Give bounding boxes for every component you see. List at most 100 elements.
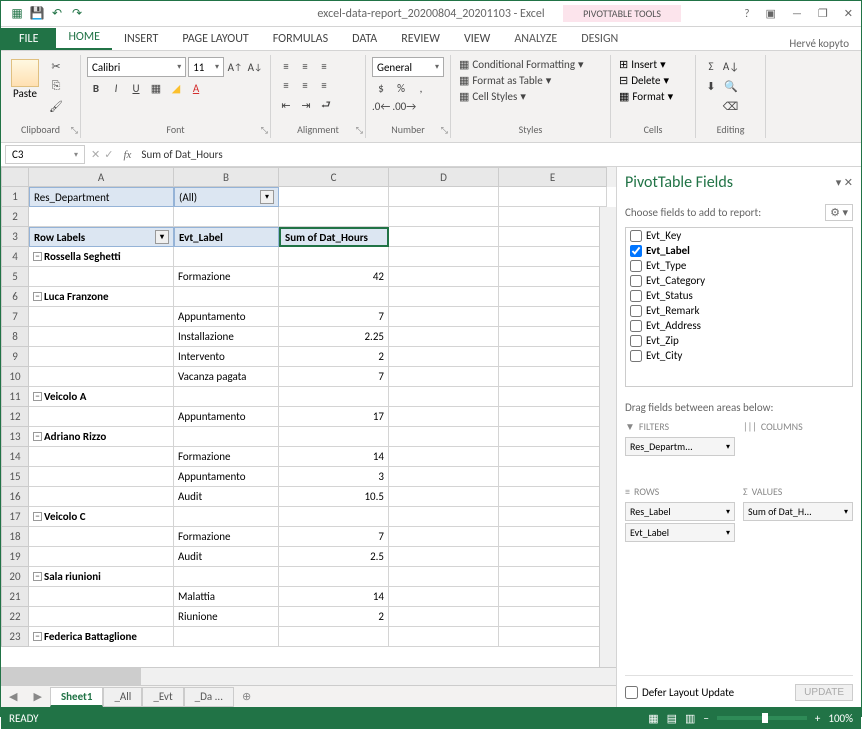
row-header[interactable]: 2 xyxy=(1,207,29,227)
align-top-icon[interactable]: ≡ xyxy=(277,57,295,75)
align-middle-icon[interactable]: ≡ xyxy=(296,57,314,75)
cell[interactable]: −Veicolo C xyxy=(29,507,174,527)
copy-icon[interactable]: ⎘ xyxy=(47,77,65,95)
cell[interactable] xyxy=(499,347,607,367)
tab-home[interactable]: HOME xyxy=(56,26,112,50)
close-icon[interactable]: ✕ xyxy=(840,5,857,22)
sheet-tab[interactable]: _Evt xyxy=(142,687,183,707)
zoom-out-icon[interactable]: − xyxy=(703,712,708,725)
row-header[interactable]: 8 xyxy=(1,327,29,347)
cell[interactable] xyxy=(174,287,279,307)
row-header[interactable]: 9 xyxy=(1,347,29,367)
delete-cells-button[interactable]: ⊟ Delete ▾ xyxy=(617,73,689,88)
view-normal-icon[interactable]: ▦ xyxy=(648,712,658,725)
enter-formula-icon[interactable]: ✓ xyxy=(104,148,113,161)
cell[interactable]: Sum of Dat_Hours xyxy=(279,227,389,247)
field-checkbox[interactable] xyxy=(630,350,642,362)
cell[interactable] xyxy=(499,267,607,287)
cell[interactable]: 7 xyxy=(279,527,389,547)
field-checkbox[interactable] xyxy=(630,335,642,347)
row-header[interactable]: 5 xyxy=(1,267,29,287)
cell[interactable] xyxy=(499,627,607,647)
cell[interactable] xyxy=(499,467,607,487)
font-launcher[interactable]: ⤡ xyxy=(261,125,268,136)
cell[interactable] xyxy=(499,587,607,607)
cell[interactable] xyxy=(499,487,607,507)
cell[interactable] xyxy=(389,307,499,327)
field-checkbox[interactable] xyxy=(630,230,642,242)
tab-data[interactable]: DATA xyxy=(340,28,389,50)
grow-font-icon[interactable]: A↑ xyxy=(226,58,244,76)
pivot-field-item[interactable]: Evt_Key xyxy=(626,228,852,243)
col-header-C[interactable]: C xyxy=(279,167,389,187)
cell[interactable] xyxy=(29,207,174,227)
undo-icon[interactable]: ↶ xyxy=(49,6,65,22)
cell[interactable]: Vacanza pagata xyxy=(174,367,279,387)
filter-dropdown-icon[interactable]: ▾ xyxy=(155,230,169,244)
select-all-button[interactable] xyxy=(1,167,29,187)
cell[interactable]: 2 xyxy=(279,607,389,627)
cell[interactable] xyxy=(389,607,499,627)
cell[interactable] xyxy=(389,427,499,447)
cell[interactable] xyxy=(499,207,607,227)
decrease-decimal-icon[interactable]: .00→ xyxy=(392,97,416,115)
defer-checkbox[interactable] xyxy=(625,686,638,699)
cell[interactable] xyxy=(174,427,279,447)
pivot-field-item[interactable]: Evt_Address xyxy=(626,318,852,333)
col-header-E[interactable]: E xyxy=(499,167,607,187)
cell[interactable] xyxy=(389,287,499,307)
formula-input[interactable]: Sum of Dat_Hours xyxy=(135,146,861,163)
row-header[interactable]: 18 xyxy=(1,527,29,547)
sheet-nav-prev[interactable]: ◀ xyxy=(1,690,25,703)
format-cells-button[interactable]: ▦ Format ▾ xyxy=(617,89,689,104)
cell[interactable] xyxy=(29,367,174,387)
align-bottom-icon[interactable]: ≡ xyxy=(315,57,333,75)
collapse-icon[interactable]: − xyxy=(33,572,42,581)
row-header[interactable]: 15 xyxy=(1,467,29,487)
comma-icon[interactable]: , xyxy=(412,79,430,97)
cell[interactable] xyxy=(174,627,279,647)
cell[interactable]: Audit xyxy=(174,547,279,567)
font-name-combo[interactable]: Calibri▾ xyxy=(87,57,186,77)
values-area[interactable]: ΣVALUES Sum of Dat_H...▾ xyxy=(743,485,853,544)
pivot-field-item[interactable]: Evt_Zip xyxy=(626,333,852,348)
cell[interactable] xyxy=(29,607,174,627)
area-item[interactable]: Sum of Dat_H...▾ xyxy=(743,502,853,521)
cell[interactable] xyxy=(174,507,279,527)
cell[interactable]: 17 xyxy=(279,407,389,427)
cell[interactable]: 2 xyxy=(279,347,389,367)
cell[interactable]: (All)▾ xyxy=(174,187,279,207)
sheet-tab[interactable]: _All xyxy=(103,687,142,707)
tab-page-layout[interactable]: PAGE LAYOUT xyxy=(170,28,260,50)
sheet-tab[interactable]: Sheet1 xyxy=(50,687,104,707)
redo-icon[interactable]: ↷ xyxy=(69,6,85,22)
cell[interactable] xyxy=(389,447,499,467)
cancel-formula-icon[interactable]: ✕ xyxy=(91,148,100,161)
cell[interactable] xyxy=(279,427,389,447)
cell[interactable] xyxy=(174,247,279,267)
row-header[interactable]: 14 xyxy=(1,447,29,467)
cell[interactable]: Riunione xyxy=(174,607,279,627)
align-center-icon[interactable]: ≡ xyxy=(296,76,314,94)
cell[interactable] xyxy=(499,507,607,527)
cell[interactable] xyxy=(389,407,499,427)
cell[interactable] xyxy=(174,387,279,407)
cell[interactable]: Malattia xyxy=(174,587,279,607)
cell[interactable] xyxy=(389,387,499,407)
cell[interactable] xyxy=(29,527,174,547)
cell[interactable] xyxy=(29,587,174,607)
area-item[interactable]: Res_Departm...▾ xyxy=(625,437,735,456)
cell[interactable] xyxy=(279,287,389,307)
cell[interactable] xyxy=(279,387,389,407)
bold-button[interactable]: B xyxy=(87,79,105,97)
format-as-table-button[interactable]: ▦Format as Table ▾ xyxy=(457,73,604,88)
cell[interactable]: Appuntamento xyxy=(174,467,279,487)
cell[interactable] xyxy=(29,487,174,507)
cell[interactable]: 7 xyxy=(279,367,389,387)
percent-icon[interactable]: % xyxy=(392,79,410,97)
cell[interactable] xyxy=(499,387,607,407)
area-item[interactable]: Res_Label▾ xyxy=(625,502,735,521)
cell[interactable] xyxy=(389,267,499,287)
cell[interactable] xyxy=(279,247,389,267)
cell[interactable] xyxy=(389,567,499,587)
